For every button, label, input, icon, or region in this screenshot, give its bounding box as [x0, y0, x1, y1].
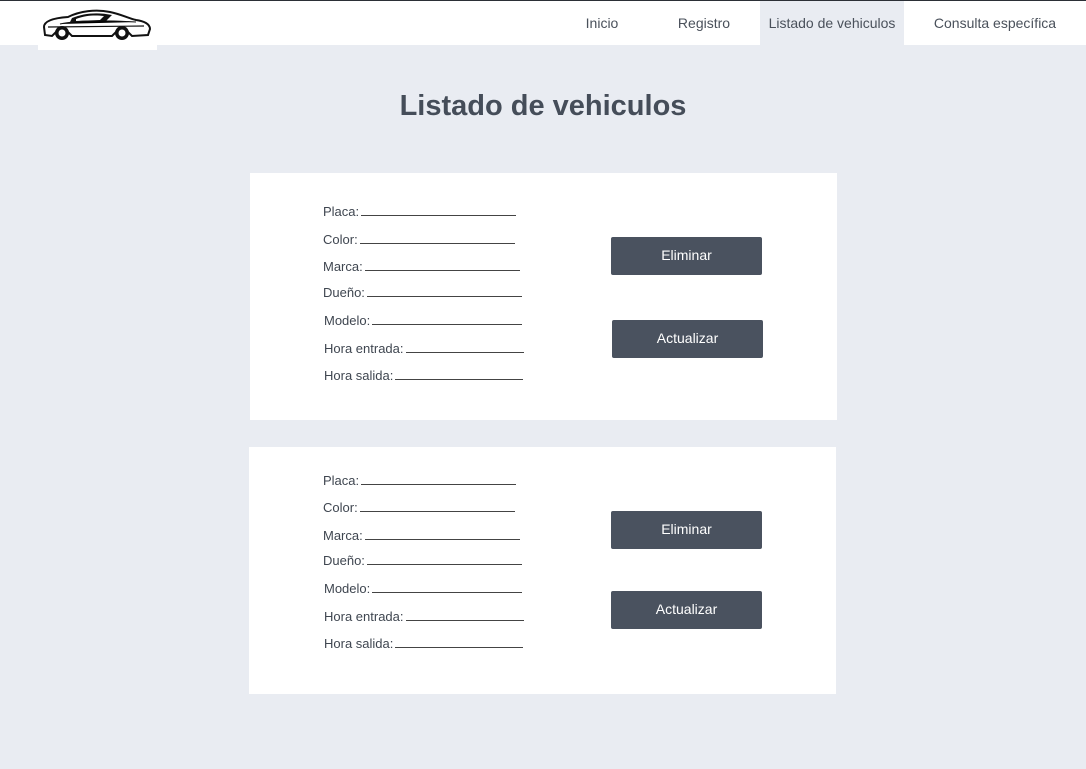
sports-car-icon [42, 9, 152, 40]
field-color: Color: [323, 500, 515, 516]
nav-item-listado[interactable]: Listado de vehiculos [760, 1, 904, 46]
field-marca: Marca: [323, 528, 520, 544]
field-marca: Marca: [323, 259, 520, 275]
field-hora-entrada: Hora entrada: [324, 341, 524, 357]
field-label: Marca: [323, 259, 363, 274]
field-modelo: Modelo: [324, 313, 523, 329]
field-label: Marca: [323, 528, 363, 543]
logo[interactable] [38, 2, 157, 50]
update-button[interactable]: Actualizar [612, 320, 763, 358]
field-placa: Placa: [323, 204, 517, 220]
field-hora-salida: Hora salida: [324, 368, 524, 384]
field-dueno: Dueño: [323, 285, 522, 301]
field-label: Hora entrada: [324, 341, 404, 356]
field-label: Hora entrada: [324, 609, 404, 624]
vehicle-card: Placa: Color: Marca: Dueño: Modelo: Hora… [249, 447, 836, 694]
update-button[interactable]: Actualizar [611, 591, 762, 629]
field-hora-salida: Hora salida: [324, 636, 524, 652]
field-label: Dueño: [323, 285, 365, 300]
field-label: Placa: [323, 473, 360, 488]
nav-item-consulta[interactable]: Consulta específica [904, 1, 1086, 46]
field-dueno: Dueño: [323, 553, 522, 569]
field-color: Color: [323, 232, 515, 248]
nav-item-registro[interactable]: Registro [648, 1, 760, 46]
main-nav: Inicio Registro Listado de vehiculos Con… [558, 1, 1086, 46]
field-label: Dueño: [323, 553, 365, 568]
field-label: Modelo: [324, 581, 371, 596]
field-label: Placa: [323, 204, 360, 219]
delete-button[interactable]: Eliminar [611, 511, 762, 549]
field-hora-entrada: Hora entrada: [324, 609, 524, 625]
page-title: Listado de vehiculos [399, 90, 687, 122]
field-label: Hora salida: [324, 368, 394, 383]
field-placa: Placa: [323, 473, 517, 489]
field-label: Hora salida: [324, 636, 394, 651]
vehicle-card: Placa: Color: Marca: Dueño: Modelo: Hora… [250, 173, 837, 420]
delete-button[interactable]: Eliminar [611, 237, 762, 275]
nav-item-inicio[interactable]: Inicio [558, 1, 646, 46]
field-label: Color: [323, 500, 358, 515]
field-label: Color: [323, 232, 358, 247]
field-modelo: Modelo: [324, 581, 523, 597]
top-navbar: Inicio Registro Listado de vehiculos Con… [0, 0, 1086, 50]
field-label: Modelo: [324, 313, 371, 328]
